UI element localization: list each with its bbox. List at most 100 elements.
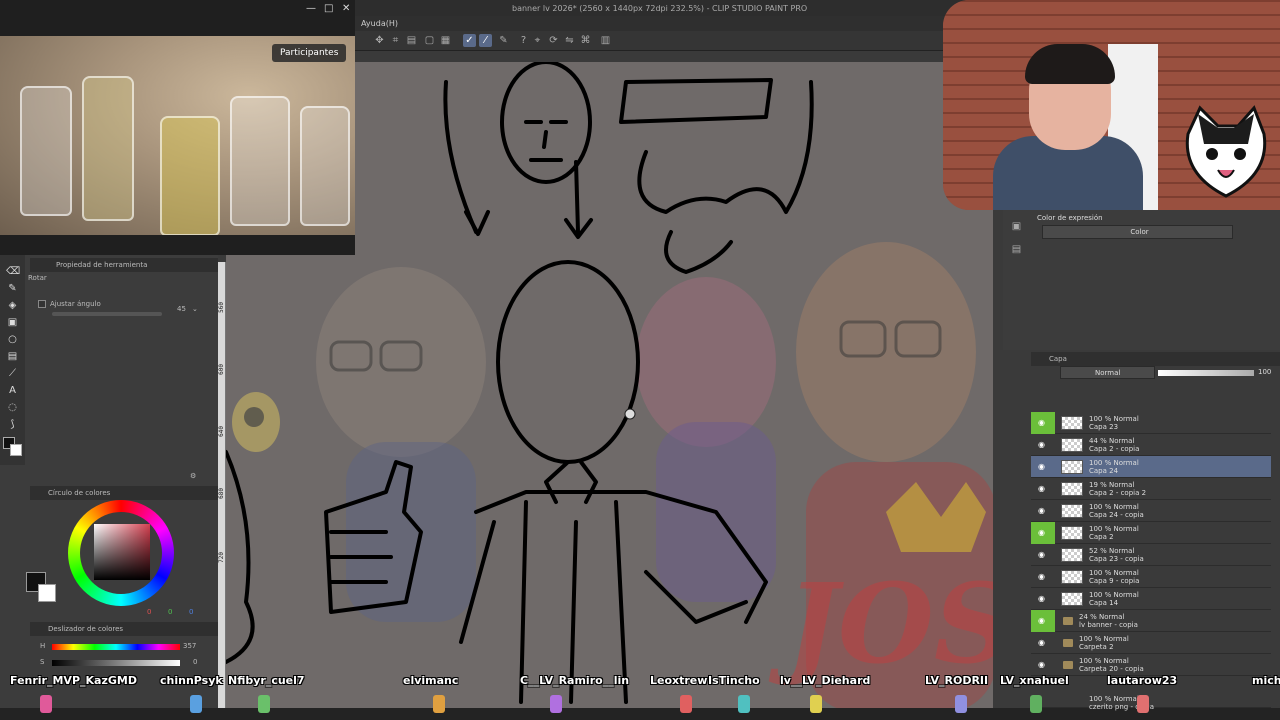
layer-visibility-toggle[interactable]: ◉ <box>1031 632 1055 654</box>
ruler-tick: 640 <box>218 426 225 437</box>
layer-row[interactable]: ◉ 100 % Normal Capa 14 <box>1031 588 1271 610</box>
shape-icon[interactable]: ○ <box>6 333 19 346</box>
transform-icon[interactable]: ▦ <box>439 34 452 47</box>
saturation-slider[interactable] <box>52 660 180 666</box>
layer-row[interactable]: ◉ 24 % Normal lv banner - copia <box>1031 610 1271 632</box>
layer-row[interactable]: ◉ 52 % Normal Capa 23 - copia <box>1031 544 1271 566</box>
angle-value[interactable]: 45 <box>177 305 186 313</box>
layer-visibility-toggle[interactable]: ◉ <box>1031 522 1055 544</box>
layer-name: Carpeta 20 - copia <box>1079 665 1144 673</box>
sub-view-icon[interactable]: ▣ <box>1010 220 1023 233</box>
color-slider-header: Deslizador de colores <box>30 622 218 636</box>
hue-slider[interactable] <box>52 644 180 650</box>
saturation-value-box[interactable] <box>94 524 150 580</box>
gradient-icon[interactable]: ▣ <box>6 316 19 329</box>
layer-mode: 44 % Normal <box>1089 437 1135 445</box>
jar-image <box>230 96 290 226</box>
minimize-icon[interactable]: — <box>306 3 316 14</box>
maximize-icon[interactable]: □ <box>324 3 333 14</box>
layer-visibility-toggle[interactable]: ◉ <box>1031 434 1055 456</box>
opacity-slider[interactable] <box>1158 370 1254 376</box>
blend-mode-dropdown[interactable]: Normal <box>1060 366 1155 379</box>
expression-color-label: Color de expresión <box>1037 214 1103 222</box>
layer-row[interactable]: 100 % Normal czerito png - copia <box>1031 694 1271 711</box>
flip-icon[interactable]: ⇋ <box>563 34 576 47</box>
rotate-view-icon[interactable]: ⟳ <box>547 34 560 47</box>
layer-row[interactable]: ◉ 100 % Normal Capa 24 <box>1031 456 1271 478</box>
svg-text:JOS: JOS <box>768 559 993 688</box>
angle-dropdown-icon[interactable]: ⌄ <box>192 305 198 313</box>
chat-username: LV_xnahuel <box>1000 674 1069 687</box>
layer-visibility-toggle[interactable]: ◉ <box>1031 456 1055 478</box>
pencil-icon[interactable]: ✎ <box>6 282 19 295</box>
frame-icon[interactable]: ▤ <box>6 350 19 363</box>
eye-icon: ◉ <box>1038 506 1045 515</box>
jar-image <box>160 116 220 235</box>
layer-visibility-toggle[interactable]: ◉ <box>1031 478 1055 500</box>
close-icon[interactable]: ✕ <box>342 3 350 14</box>
menu-help[interactable]: Ayuda(H) <box>361 19 398 28</box>
fill-icon[interactable]: ▤ <box>405 34 418 47</box>
avatar-sprite-icon <box>1137 695 1149 713</box>
layer-row[interactable]: ◉ 100 % Normal Capa 24 - copia <box>1031 500 1271 522</box>
layer-visibility-toggle[interactable]: ◉ <box>1031 544 1055 566</box>
layer-visibility-toggle[interactable]: ◉ <box>1031 610 1055 632</box>
settings-icon[interactable]: ▥ <box>599 34 612 47</box>
layer-visibility-toggle[interactable]: ◉ <box>1031 654 1055 676</box>
zoom-icon[interactable]: ⌖ <box>531 34 544 47</box>
layer-row[interactable]: ◉ 100 % Normal Capa 2 <box>1031 522 1271 544</box>
layer-thumbnail <box>1061 548 1083 562</box>
saturation-label: S <box>40 658 45 666</box>
layer-row[interactable]: ◉ 19 % Normal Capa 2 - copia 2 <box>1031 478 1271 500</box>
layer-name: Capa 23 - copia <box>1089 555 1144 563</box>
layer-row[interactable]: ◉ 100 % Normal Carpeta 20 - copia <box>1031 654 1271 676</box>
layer-row[interactable]: ◉ 100 % Normal Carpeta 2 <box>1031 632 1271 654</box>
video-feed <box>0 36 355 235</box>
layer-label: 100 % Normal Carpeta 2 <box>1079 635 1129 651</box>
opacity-value[interactable]: 100 <box>1258 368 1271 376</box>
clear-icon[interactable]: ▢ <box>423 34 436 47</box>
avatar-sprite-icon <box>955 695 967 713</box>
eye-icon: ◉ <box>1038 660 1045 669</box>
ruler-tick: 560 <box>218 302 225 313</box>
crop-icon[interactable]: ⌗ <box>389 34 402 47</box>
eye-icon: ◉ <box>1038 418 1045 427</box>
layer-row[interactable]: ◉ 100 % Normal Capa 9 - copia <box>1031 566 1271 588</box>
eye-icon: ◉ <box>1038 440 1045 449</box>
eraser-icon[interactable]: ⌫ <box>6 265 20 278</box>
sub-color-swatch[interactable] <box>10 444 22 456</box>
layer-name: Capa 2 <box>1089 533 1114 541</box>
chat-username: Fenrir_MVP_KazGMD <box>10 674 137 687</box>
eyedropper-icon[interactable]: ⟆ <box>6 418 19 431</box>
layer-visibility-toggle[interactable]: ◉ <box>1031 412 1055 434</box>
layer-thumbnail <box>1061 416 1083 430</box>
wrench-icon[interactable]: ⚙ <box>190 472 196 480</box>
expression-color-dropdown[interactable]: Color <box>1042 225 1233 239</box>
help-icon[interactable]: ? <box>517 34 530 47</box>
sub-color-chip[interactable] <box>38 584 56 602</box>
avatar-sprite-icon <box>550 695 562 713</box>
bucket-icon[interactable]: ◈ <box>6 299 19 312</box>
eye-icon: ◉ <box>1038 528 1045 537</box>
pen-icon[interactable]: ✎ <box>497 34 510 47</box>
snap-special-ruler-icon[interactable]: ⁄ <box>479 34 492 47</box>
layer-thumbnail <box>1061 592 1083 606</box>
layer-visibility-toggle[interactable]: ◉ <box>1031 588 1055 610</box>
layer-name: Capa 24 <box>1089 467 1119 475</box>
layer-row[interactable]: ◉ 44 % Normal Capa 2 - copia <box>1031 434 1271 456</box>
angle-slider[interactable] <box>52 312 162 316</box>
navigator-icon[interactable]: ▤ <box>1010 243 1023 256</box>
eye-icon: ◉ <box>1038 572 1045 581</box>
layer-visibility-toggle[interactable]: ◉ <box>1031 566 1055 588</box>
text-icon[interactable]: A <box>6 384 19 397</box>
layer-visibility-toggle[interactable]: ◉ <box>1031 500 1055 522</box>
tree-icon[interactable]: ⌘ <box>579 34 592 47</box>
lasso-icon[interactable]: ◌ <box>6 401 19 414</box>
snap-ruler-icon[interactable]: ✓ <box>463 34 476 47</box>
move-icon[interactable]: ✥ <box>373 34 386 47</box>
layer-row[interactable]: ◉ 100 % Normal Capa 23 <box>1031 412 1271 434</box>
ruler-tool-icon[interactable]: ⟋ <box>6 367 19 380</box>
participants-button[interactable]: Participantes <box>272 44 347 62</box>
adjust-angle-checkbox[interactable] <box>38 300 46 308</box>
chat-username: Nfibyr_cuel7 <box>228 674 305 687</box>
